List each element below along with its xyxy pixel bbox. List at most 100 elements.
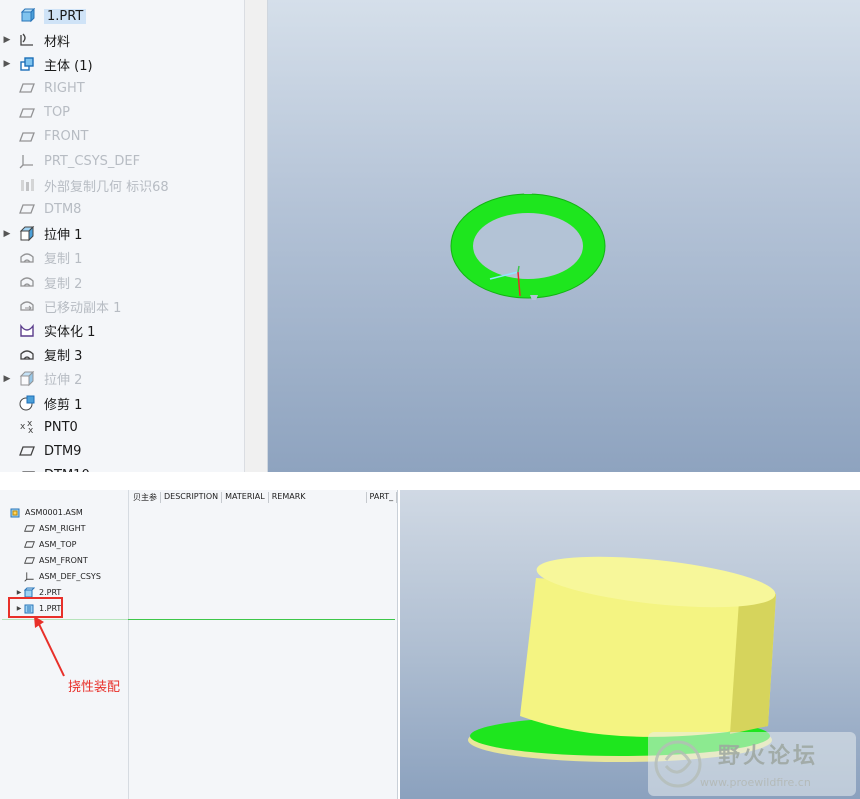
body-icon [18,55,36,73]
csys-y-axis [517,265,520,273]
tree-item[interactable]: TOP [0,101,244,125]
tree-item[interactable]: x x x PNT0 [0,415,244,439]
extrude-icon [18,225,36,243]
tree-root-1prt[interactable]: 1.PRT [0,4,244,28]
annotation-text: 挠性装配 [68,680,121,695]
expand-arrow-icon[interactable]: ▶ [0,35,14,45]
tree-item[interactable]: 复制 2 [0,270,244,294]
datum-plane-icon [24,554,36,566]
column-header[interactable]: 贝主参 [130,492,161,503]
column-header[interactable]: REMARK [269,492,367,503]
csys-icon [24,570,36,582]
tree-item[interactable]: 复制 3 [0,343,244,367]
tree-item-label: PRT_CSYS_DEF [44,153,141,169]
datum-plane-icon [18,200,36,218]
tree-root-label: 1.PRT [44,8,87,24]
datum-plane-icon [18,442,36,460]
datum-point-icon: xxx [18,418,36,436]
top-model-tree: 1.PRT ▶ 材料 ▶ 主体 (1) RIGHT TOP FRONT PRT_CSYS_DE… [0,0,268,472]
ring-part-model [450,190,606,300]
tree-item-label: 已移动副本 1 [44,300,122,316]
tree-item-label: 复制 1 [44,252,83,268]
trim-icon [18,394,36,412]
moved-copy-icon [18,297,36,315]
tree-item-label: 拉伸 2 [44,373,83,389]
asm-root[interactable]: ASM0001.ASM [10,504,83,520]
annotation-arrow [34,616,65,677]
asm-tree-item-label: ASM_DEF_CSYS [39,571,101,581]
asm-tree-item-label: ASM_FRONT [39,555,88,565]
expand-arrow-icon[interactable]: ▶ [0,374,14,384]
tree-item[interactable]: 实体化 1 [0,318,244,342]
tree-item-label: 复制 3 [44,349,83,365]
copy-surface-icon [18,249,36,267]
highlight-box [8,597,63,618]
expand-arrow-icon[interactable]: ▶ [0,229,14,239]
copy-surface-icon [18,273,36,291]
extrude-icon [18,370,36,388]
assembly-model-tree: 贝主参 DESCRIPTION MATERIAL REMARK PART_ AS… [0,490,398,799]
tree-item[interactable]: DTM10 [0,464,244,472]
insert-here-line[interactable] [128,619,395,620]
svg-text:x: x [28,426,34,435]
tree-item-label: 拉伸 1 [44,228,83,244]
tree-item[interactable]: DTM8 [0,197,244,221]
asm-tree-item-label: ASM_TOP [39,539,77,549]
asm-tree-item[interactable]: ASM_RIGHT [24,520,85,536]
tree-item-label: DTM8 [44,201,82,217]
tree-item[interactable]: 复制 1 [0,246,244,270]
datum-plane-icon [24,538,36,550]
tree-item[interactable]: FRONT [0,125,244,149]
tree-item[interactable]: ▶ 拉伸 1 [0,222,244,246]
part-icon [18,7,36,25]
tree-item-label: DTM10 [44,468,90,472]
solidify-icon [18,321,36,339]
asm-tree-item-label: 2.PRT [39,587,62,597]
tree-item[interactable]: 外部复制几何 标识68 [0,173,244,197]
tree-item-label: 主体 (1) [44,58,93,74]
copy-surface-icon [18,346,36,364]
csys-icon [18,152,36,170]
asm-tree-item[interactable]: ASM_FRONT [24,552,88,568]
tree-item[interactable]: ▶ 主体 (1) [0,52,244,76]
asm-tree-item-label: ASM_RIGHT [39,523,86,533]
tree-item[interactable]: ▶ 材料 [0,28,244,52]
tree-item[interactable]: RIGHT [0,76,244,100]
column-header[interactable]: DESCRIPTION [161,492,223,503]
tree-item-label: 外部复制几何 标识68 [44,179,169,195]
expand-arrow-icon[interactable]: ▶ [14,589,24,596]
svg-text:x: x [20,422,26,432]
tree-item[interactable]: PRT_CSYS_DEF [0,149,244,173]
expand-arrow-icon[interactable]: ▶ [0,59,14,69]
datum-plane-icon [18,104,36,122]
tree-item-label: 修剪 1 [44,397,83,413]
tree-item-label: RIGHT [44,80,85,96]
tree-item-label: 复制 2 [44,276,83,292]
column-header[interactable]: MATERIAL [222,492,269,503]
tree-item-label: TOP [44,105,71,121]
datum-plane-icon [24,522,36,534]
top-3d-viewport[interactable] [268,0,860,472]
tree-item[interactable]: 修剪 1 [0,391,244,415]
tree-item-label: DTM9 [44,443,82,459]
datum-plane-icon [18,128,36,146]
datum-plane-icon [18,467,36,472]
watermark-url: www.proewildfire.cn [700,776,811,789]
watermark-title: 野火论坛 [718,744,819,769]
tree-item-label: 实体化 1 [44,324,96,340]
datum-plane-icon [18,79,36,97]
column-header[interactable]: PART_ [367,492,397,503]
copy-geom-icon [18,176,36,194]
asm-tree-item[interactable]: ASM_DEF_CSYS [24,568,101,584]
assembly-icon [10,506,22,518]
tree-scrollbar[interactable] [244,0,267,472]
tree-column-headers: 贝主参 DESCRIPTION MATERIAL REMARK PART_ [130,492,397,503]
tree-item-label: 材料 [44,34,71,50]
tree-item[interactable]: 已移动副本 1 [0,294,244,318]
asm-tree-item[interactable]: ASM_TOP [24,536,76,552]
material-icon [18,31,36,49]
tree-item-label: PNT0 [44,419,78,435]
tree-item[interactable]: DTM9 [0,439,244,463]
tree-item-label: FRONT [44,129,89,145]
tree-item[interactable]: ▶ 拉伸 2 [0,367,244,391]
